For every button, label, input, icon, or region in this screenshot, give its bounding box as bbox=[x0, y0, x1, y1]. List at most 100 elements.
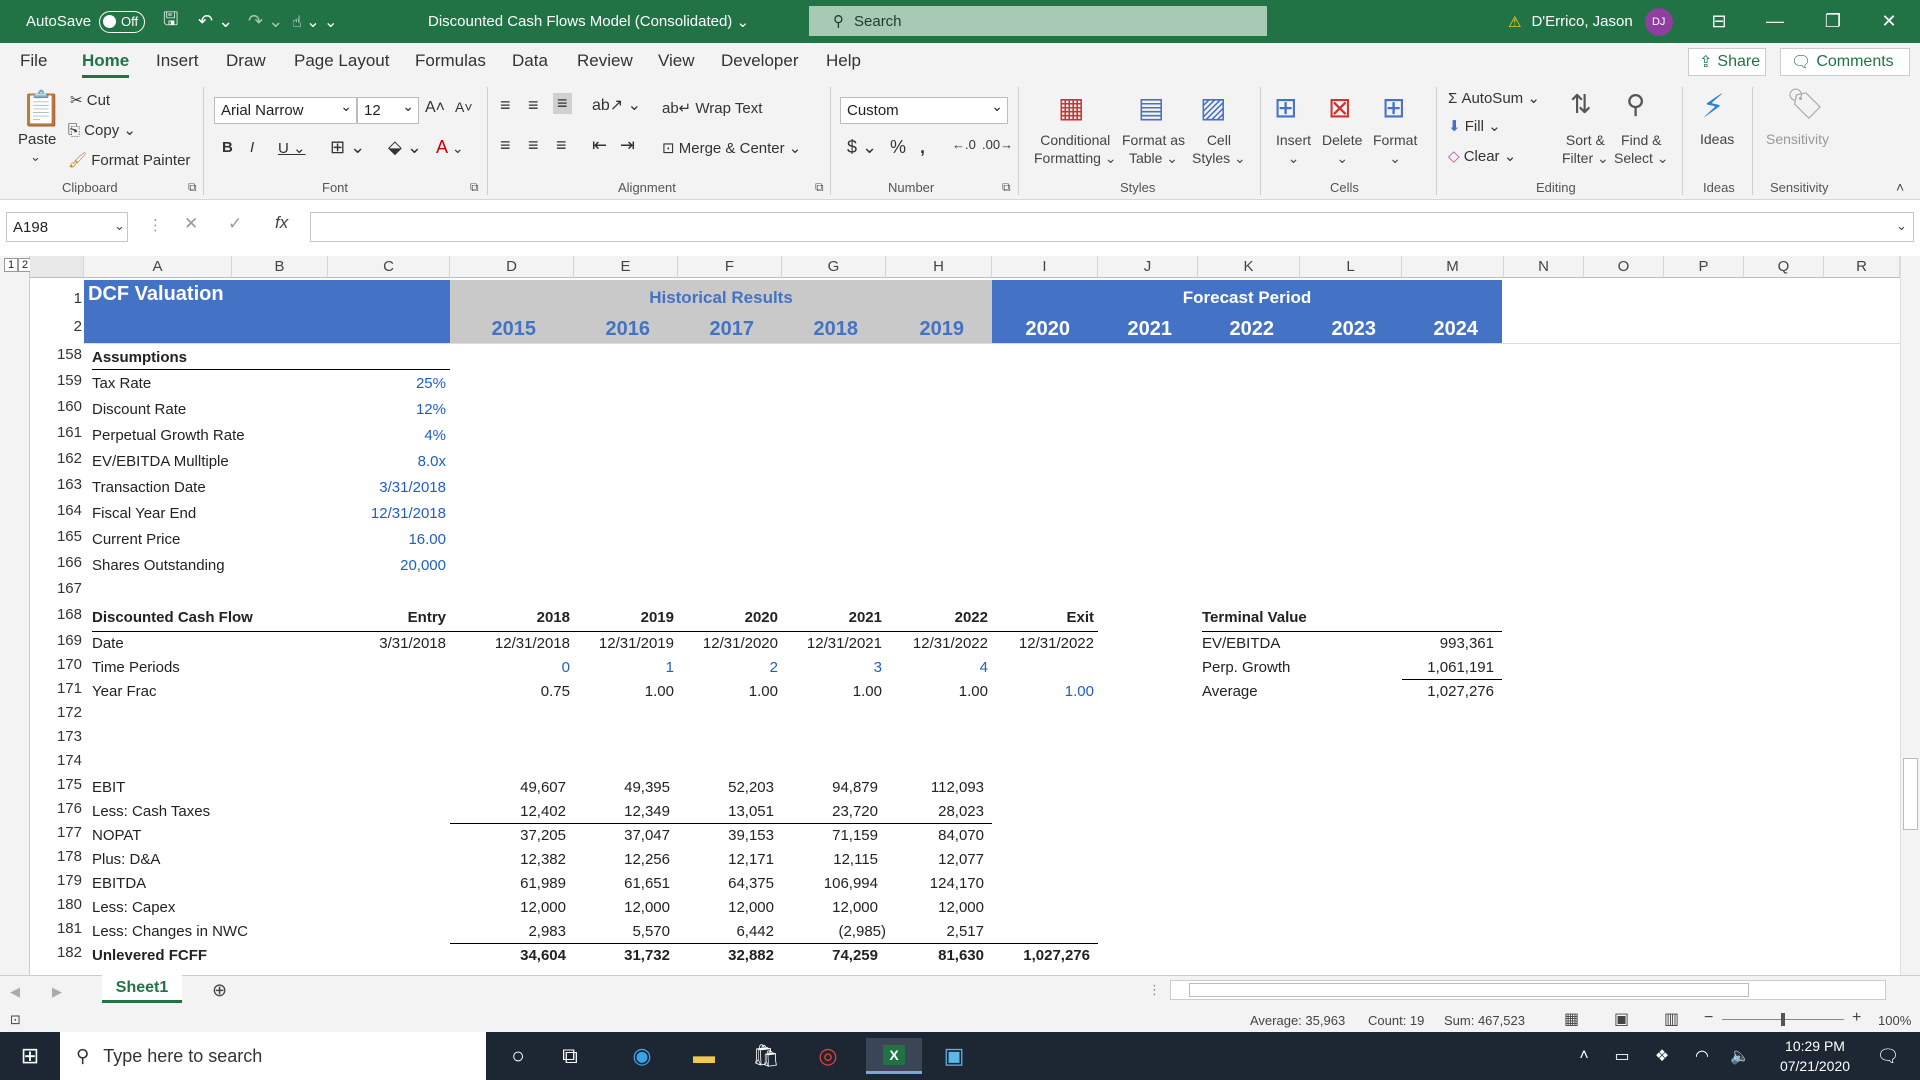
value-cell[interactable]: 124,170 bbox=[886, 872, 984, 896]
cell-styles-button[interactable]: Cell Styles ⌄ bbox=[1192, 131, 1246, 167]
minimize-button[interactable]: — bbox=[1752, 0, 1798, 43]
zoom-slider-thumb[interactable] bbox=[1781, 1013, 1785, 1026]
percent-icon[interactable]: % bbox=[890, 137, 906, 158]
lightning-icon[interactable]: ⚡ bbox=[1702, 87, 1724, 125]
tab-file[interactable]: File bbox=[20, 51, 47, 71]
value-cell[interactable]: 12,402 bbox=[450, 800, 566, 824]
fill-color-icon[interactable]: ⬙ ⌄ bbox=[388, 137, 422, 158]
copy-button[interactable]: ⎘ Copy ⌄ bbox=[68, 121, 136, 139]
value-cell[interactable]: 34,604 bbox=[450, 944, 566, 968]
fill-button[interactable]: ⬇ Fill ⌄ bbox=[1448, 117, 1501, 135]
assumption-value[interactable]: 12/31/2018 bbox=[328, 502, 446, 526]
volume-icon[interactable]: 🔈 bbox=[1720, 1038, 1760, 1074]
value-cell[interactable]: 12,115 bbox=[782, 848, 878, 872]
sheet-tab-sheet1[interactable]: Sheet1 bbox=[102, 975, 182, 1003]
value-cell[interactable]: 12,000 bbox=[782, 896, 878, 920]
assumption-value[interactable]: 20,000 bbox=[328, 554, 446, 578]
row-header[interactable]: 165 bbox=[30, 528, 84, 552]
excel-taskbar-icon[interactable]: X bbox=[866, 1038, 922, 1074]
vertical-scrollbar[interactable] bbox=[1900, 256, 1920, 975]
comma-style-icon[interactable]: , bbox=[920, 137, 925, 158]
edge-icon[interactable]: ◉ bbox=[622, 1038, 662, 1074]
bold-icon[interactable]: B bbox=[222, 139, 233, 156]
value-cell[interactable]: 84,070 bbox=[886, 824, 984, 848]
date-cell[interactable]: 12/31/2018 bbox=[450, 632, 570, 656]
tab-home[interactable]: Home bbox=[82, 51, 130, 78]
yearfrac-cell[interactable]: 1.00 bbox=[574, 680, 674, 704]
format-cells-icon[interactable]: ⊞ bbox=[1382, 91, 1405, 124]
yearfrac-cell[interactable]: 0.75 bbox=[450, 680, 570, 704]
macro-record-icon[interactable]: ⊡ bbox=[10, 1012, 21, 1028]
dialog-launcher-icon[interactable]: ⧉ bbox=[1002, 180, 1011, 195]
value-cell[interactable]: 28,023 bbox=[886, 800, 984, 824]
restore-button[interactable]: ❐ bbox=[1810, 0, 1856, 43]
column-header[interactable]: E bbox=[574, 256, 678, 278]
clock[interactable]: 10:29 PM 07/21/2020 bbox=[1762, 1036, 1868, 1076]
value-cell[interactable]: 2,517 bbox=[886, 920, 984, 944]
vertical-scroll-thumb[interactable] bbox=[1903, 758, 1918, 830]
yearfrac-cell[interactable]: 1.00 bbox=[886, 680, 988, 704]
terminal-value[interactable]: 1,027,276 bbox=[1402, 680, 1494, 704]
column-header[interactable]: R bbox=[1824, 256, 1900, 278]
tab-help[interactable]: Help bbox=[826, 51, 861, 71]
paste-icon[interactable]: 📋 bbox=[20, 89, 62, 129]
battery-icon[interactable]: ▭ bbox=[1602, 1038, 1642, 1074]
worksheet-grid[interactable]: 1 2 A B C D E F G H I J K L M N O P Q R … bbox=[0, 256, 1920, 975]
column-header[interactable]: I bbox=[992, 256, 1098, 278]
horizontal-scrollbar[interactable] bbox=[1170, 980, 1886, 1000]
format-as-table-button[interactable]: Format as Table ⌄ bbox=[1122, 131, 1185, 167]
column-header[interactable]: P bbox=[1664, 256, 1744, 278]
autosum-button[interactable]: Σ AutoSum ⌄ bbox=[1448, 89, 1540, 107]
column-header[interactable]: M bbox=[1402, 256, 1504, 278]
value-cell[interactable]: 12,349 bbox=[574, 800, 670, 824]
horizontal-scroll-thumb[interactable] bbox=[1189, 983, 1749, 997]
row-header[interactable]: 162 bbox=[30, 450, 84, 474]
assumption-value[interactable]: 12% bbox=[328, 398, 446, 422]
assumption-value[interactable]: 3/31/2018 bbox=[328, 476, 446, 500]
row-header[interactable]: 170 bbox=[30, 656, 84, 680]
value-cell[interactable]: 71,159 bbox=[782, 824, 878, 848]
font-size-increase-icon[interactable]: A˄ bbox=[425, 99, 445, 117]
insert-cells-icon[interactable]: ⊞ bbox=[1274, 91, 1297, 124]
accounting-format-icon[interactable]: $ ⌄ bbox=[847, 137, 877, 158]
row-header[interactable]: 159 bbox=[30, 372, 84, 396]
align-bottom-icon[interactable]: ≡ bbox=[553, 93, 572, 114]
sort-filter-icon[interactable]: ⇅ bbox=[1570, 89, 1592, 120]
outline-level-1[interactable]: 1 bbox=[4, 258, 19, 272]
row-header[interactable]: 2 bbox=[30, 318, 84, 342]
value-cell[interactable]: 12,382 bbox=[450, 848, 566, 872]
cancel-icon[interactable]: ✕ bbox=[184, 214, 198, 234]
row-header[interactable]: 173 bbox=[30, 728, 84, 752]
value-cell[interactable]: 12,000 bbox=[886, 896, 984, 920]
underline-icon[interactable]: U ⌄ bbox=[278, 139, 306, 157]
ideas-button[interactable]: Ideas bbox=[1700, 131, 1734, 147]
paste-button[interactable]: Paste bbox=[18, 131, 56, 148]
document-title[interactable]: Discounted Cash Flows Model (Consolidate… bbox=[428, 0, 749, 43]
tab-data[interactable]: Data bbox=[512, 51, 548, 71]
value-cell[interactable]: 94,879 bbox=[782, 776, 878, 800]
assumption-value[interactable]: 8.0x bbox=[328, 450, 446, 474]
row-header[interactable]: 169 bbox=[30, 632, 84, 656]
yearfrac-cell[interactable]: 1.00 bbox=[782, 680, 882, 704]
enter-icon[interactable]: ✓ bbox=[228, 214, 242, 234]
share-button[interactable]: ⇪ Share bbox=[1688, 48, 1766, 76]
row-header[interactable]: 181 bbox=[30, 920, 84, 944]
value-cell[interactable]: 6,442 bbox=[678, 920, 774, 944]
value-cell[interactable]: 12,000 bbox=[450, 896, 566, 920]
search-box[interactable]: ⚲ Search bbox=[809, 6, 1267, 36]
borders-icon[interactable]: ⊞ ⌄ bbox=[330, 137, 365, 158]
column-header[interactable]: B bbox=[232, 256, 328, 278]
assumption-value[interactable]: 4% bbox=[328, 424, 446, 448]
number-format-select[interactable]: Custom bbox=[840, 97, 1008, 124]
name-box[interactable]: A198 bbox=[6, 212, 128, 242]
value-cell[interactable]: 5,570 bbox=[574, 920, 670, 944]
value-cell[interactable]: 12,000 bbox=[574, 896, 670, 920]
tab-developer[interactable]: Developer bbox=[721, 51, 799, 71]
formula-input[interactable] bbox=[310, 212, 1914, 242]
value-cell[interactable]: 49,607 bbox=[450, 776, 566, 800]
tab-review[interactable]: Review bbox=[577, 51, 633, 71]
increase-indent-icon[interactable]: ⇥ bbox=[620, 135, 635, 156]
value-cell[interactable]: 12,077 bbox=[886, 848, 984, 872]
value-cell[interactable]: 106,994 bbox=[782, 872, 878, 896]
period-cell[interactable]: 4 bbox=[886, 656, 988, 680]
